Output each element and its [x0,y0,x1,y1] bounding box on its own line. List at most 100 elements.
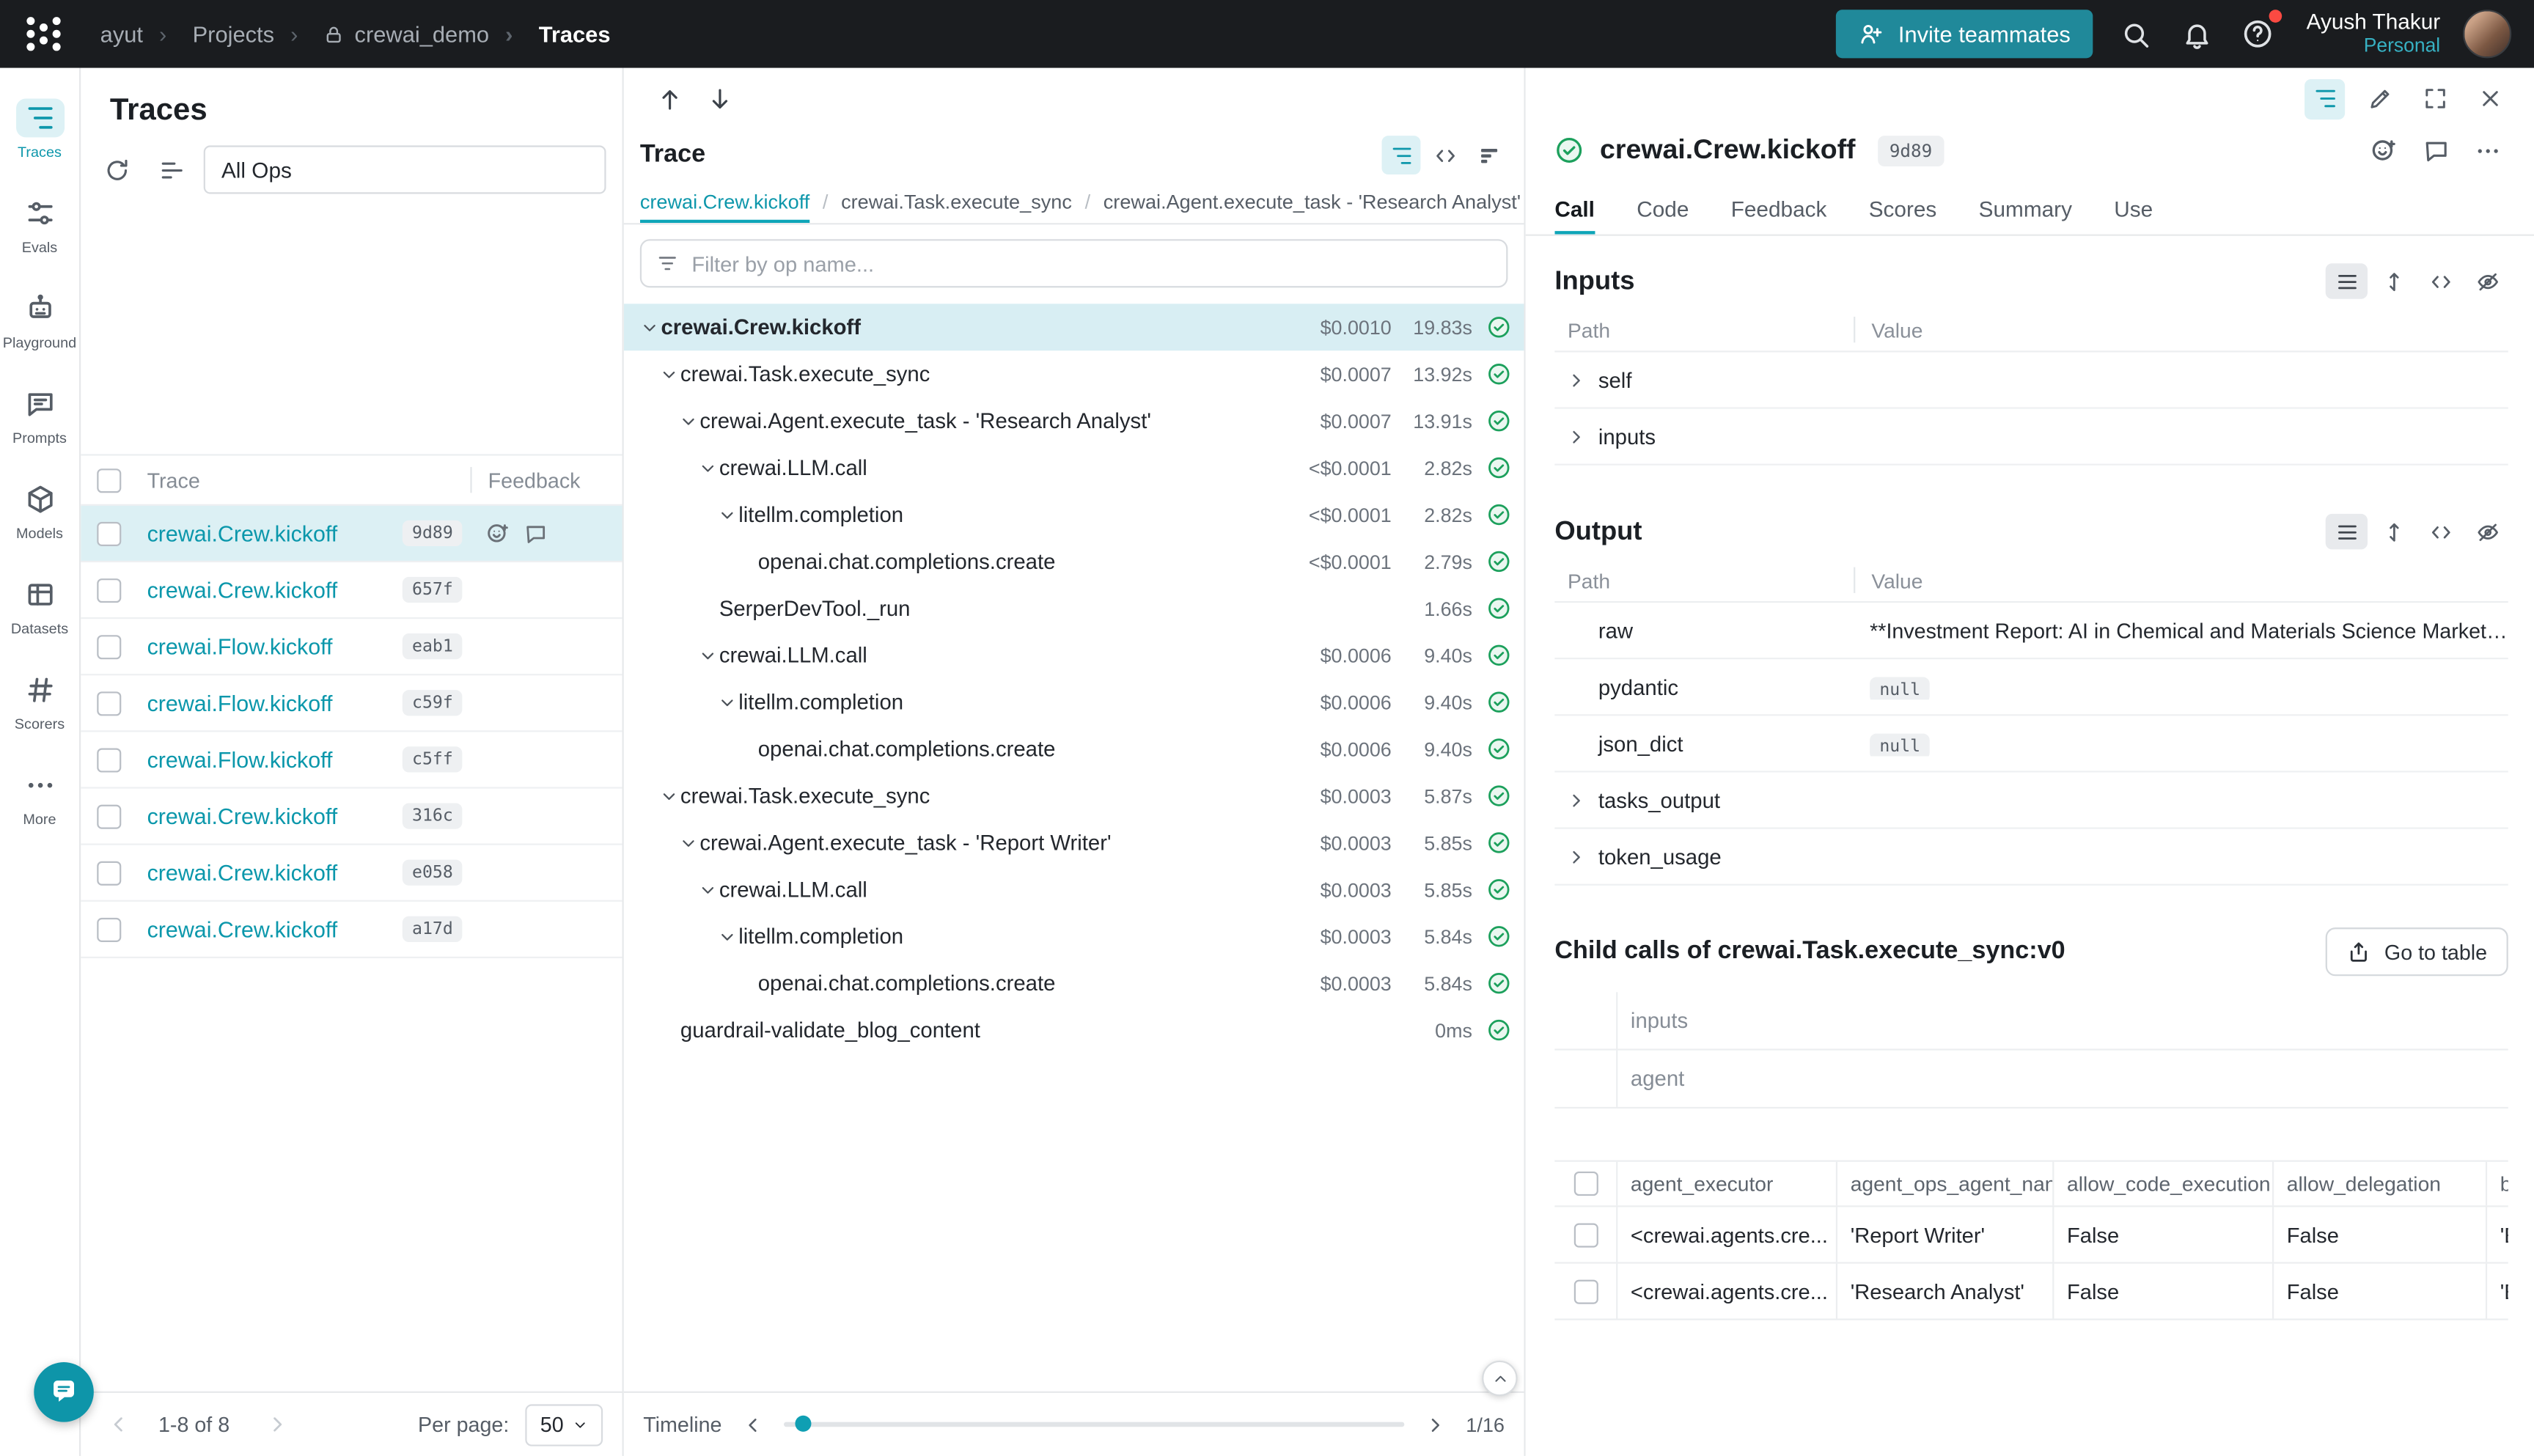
trace-list-row[interactable]: crewai.Crew.kickoff a17d [81,902,622,958]
breadcrumb-project[interactable]: crewai_demo [274,21,489,47]
output-row[interactable]: raw **Investment Report: AI in Chemical … [1554,603,2508,659]
inputs-hide-button[interactable] [2466,263,2508,298]
chevron-down-icon[interactable] [656,784,680,807]
trace-tree-row[interactable]: crewai.Task.execute_sync $0.0007 13.92s [624,350,1524,397]
tree-view-button[interactable] [1382,136,1421,174]
user-menu[interactable]: Ayush Thakur Personal [2307,10,2441,58]
sidebar-item-scorers[interactable]: Scorers [0,652,80,748]
chevron-down-icon[interactable] [656,363,680,386]
chevron-down-icon[interactable] [636,316,661,339]
trace-tree-row[interactable]: openai.chat.completions.create $0.0003 5… [624,960,1524,1007]
add-reaction-button[interactable] [2366,133,2401,168]
trace-name[interactable]: crewai.Flow.kickoff [147,691,403,715]
trace-name[interactable]: crewai.Crew.kickoff [147,578,403,602]
trace-tree-row[interactable]: crewai.LLM.call <$0.0001 2.82s [624,444,1524,491]
comment-feedback-icon[interactable] [524,521,548,545]
output-row[interactable]: tasks_output [1554,773,2508,829]
chevron-down-icon[interactable] [714,504,738,526]
avatar[interactable] [2463,10,2511,58]
trace-list-row[interactable]: crewai.Crew.kickoff 657f [81,562,622,619]
trace-name[interactable]: crewai.Flow.kickoff [147,747,403,771]
trace-tree-row[interactable]: litellm.completion <$0.0001 2.82s [624,491,1524,538]
output-row[interactable]: json_dict null [1554,716,2508,772]
output-row[interactable]: pydantic null [1554,659,2508,716]
timeline-next-button[interactable] [1421,1410,1450,1439]
trace-breadcrumb-tab[interactable]: crewai.LLM.cal [1521,181,1524,223]
inputs-code-button[interactable] [2420,263,2461,298]
row-checkbox[interactable] [1574,1279,1598,1304]
trace-name[interactable]: crewai.Crew.kickoff [147,521,403,545]
chevron-right-icon[interactable] [1565,425,1589,448]
timeline-slider[interactable] [783,1422,1404,1427]
col-header[interactable]: allow_delegation [2272,1162,2486,1206]
overflow-menu-button[interactable] [2469,133,2505,168]
go-to-table-button[interactable]: Go to table [2326,927,2508,976]
chevron-down-icon[interactable] [695,878,719,901]
chevron-down-icon[interactable] [695,457,719,479]
trace-tree-row[interactable]: crewai.LLM.call $0.0006 9.40s [624,632,1524,679]
trace-tree-row[interactable]: guardrail-validate_blog_content 0ms [624,1007,1524,1054]
row-checkbox[interactable] [97,861,121,885]
row-checkbox[interactable] [97,804,121,828]
detail-tab[interactable]: Scores [1869,188,1937,235]
trace-tree-row[interactable]: crewai.Agent.execute_task - 'Report Writ… [624,819,1524,866]
ops-filter-select[interactable]: All Ops [204,145,606,194]
detail-tab[interactable]: Summary [1979,188,2072,235]
col-header[interactable]: b [2486,1162,2508,1206]
trace-tree-row[interactable]: crewai.Agent.execute_task - 'Research An… [624,397,1524,444]
trace-list-row[interactable]: crewai.Flow.kickoff eab1 [81,619,622,675]
child-select-all-checkbox[interactable] [1574,1172,1598,1196]
trace-name[interactable]: crewai.Crew.kickoff [147,804,403,828]
trace-tree-row[interactable]: crewai.LLM.call $0.0003 5.85s [624,866,1524,913]
row-checkbox[interactable] [97,521,121,545]
support-chat-button[interactable] [34,1362,94,1422]
trace-tree-row[interactable]: crewai.Task.execute_sync $0.0003 5.87s [624,773,1524,820]
code-view-button[interactable] [1425,136,1464,174]
detail-tree-toggle-button[interactable] [2305,78,2345,119]
trace-list-row[interactable]: crewai.Flow.kickoff c5ff [81,732,622,788]
edit-button[interactable] [2359,78,2400,119]
col-header[interactable]: agent_executor [1616,1162,1836,1206]
timeline-prev-button[interactable] [738,1410,768,1439]
inputs-row[interactable]: self [1554,352,2508,408]
trace-tree-row[interactable]: openai.chat.completions.create <$0.0001 … [624,538,1524,585]
output-expand-button[interactable] [2373,514,2414,549]
trace-tree-row[interactable]: litellm.completion $0.0006 9.40s [624,679,1524,726]
output-hide-button[interactable] [2466,514,2508,549]
output-list-view-button[interactable] [2326,514,2368,549]
detail-tab[interactable]: Feedback [1731,188,1827,235]
comment-button[interactable] [2417,133,2453,168]
inputs-row[interactable]: inputs [1554,409,2508,466]
per-page-select[interactable]: 50 [525,1403,603,1445]
child-call-row[interactable]: <crewai.agents.cre... 'Research Analyst'… [1554,1264,2508,1320]
trace-breadcrumb-tab[interactable]: crewai.Task.execute_sync [809,181,1072,223]
trace-list-row[interactable]: crewai.Crew.kickoff e058 [81,845,622,902]
detail-tab[interactable]: Code [1637,188,1689,235]
fullscreen-button[interactable] [2414,78,2455,119]
chevron-down-icon[interactable] [714,925,738,948]
trace-list-row[interactable]: crewai.Flow.kickoff c59f [81,675,622,732]
next-trace-arrow-icon[interactable] [706,85,733,112]
trace-name[interactable]: crewai.Crew.kickoff [147,861,403,885]
breadcrumb-entity[interactable]: ayut [100,21,143,47]
sidebar-item-prompts[interactable]: Prompts [0,367,80,462]
sidebar-item-playground[interactable]: Playground [0,271,80,367]
help-icon[interactable] [2239,15,2277,54]
chevron-down-icon[interactable] [695,644,719,666]
select-all-checkbox[interactable] [97,468,121,492]
row-checkbox[interactable] [97,634,121,658]
col-header[interactable]: allow_code_execution [2052,1162,2272,1206]
trace-breadcrumb-tab[interactable]: crewai.Crew.kickoff [640,181,809,223]
chevron-down-icon[interactable] [675,410,699,433]
row-checkbox[interactable] [1574,1222,1598,1246]
sidebar-item-more[interactable]: More [0,748,80,843]
child-call-row[interactable]: <crewai.agents.cre... 'Report Writer' Fa… [1554,1207,2508,1263]
row-checkbox[interactable] [97,747,121,771]
chevron-right-icon[interactable] [1565,789,1589,812]
sidebar-item-datasets[interactable]: Datasets [0,557,80,652]
prev-page-button[interactable] [100,1407,136,1442]
trace-breadcrumb-tab[interactable]: crewai.Agent.execute_task - 'Research An… [1072,181,1521,223]
trace-list-row[interactable]: crewai.Crew.kickoff 9d89 [81,506,622,562]
sidebar-item-models[interactable]: Models [0,462,80,557]
trace-tree-row[interactable]: openai.chat.completions.create $0.0006 9… [624,726,1524,773]
